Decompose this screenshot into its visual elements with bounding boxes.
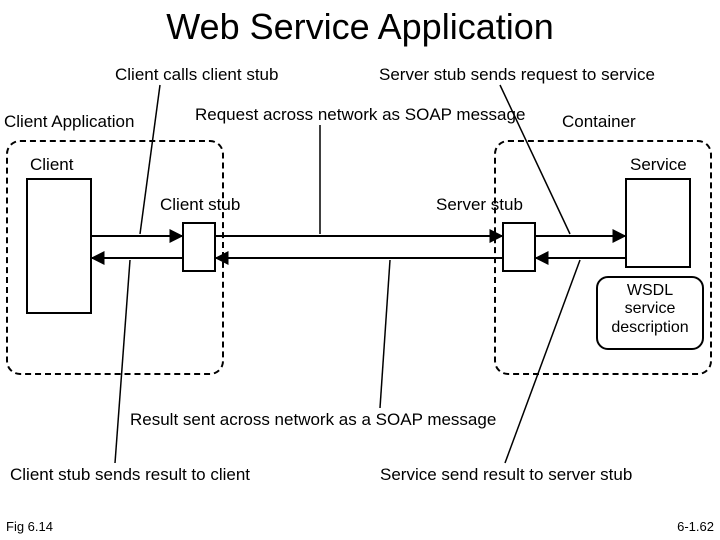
annotation-result-soap: Result sent across network as a SOAP mes…: [130, 410, 496, 430]
server-stub-box: [502, 222, 536, 272]
annotation-client-stub-result: Client stub sends result to client: [10, 465, 250, 485]
label-container: Container: [562, 112, 636, 132]
label-client-stub: Client stub: [160, 195, 240, 215]
wsdl-line2: service: [598, 300, 702, 318]
wsdl-line1: WSDL: [598, 282, 702, 300]
figure-number: Fig 6.14: [6, 519, 53, 534]
label-server-stub: Server stub: [436, 195, 523, 215]
label-client: Client: [30, 155, 73, 175]
annotation-client-calls-stub: Client calls client stub: [115, 65, 278, 85]
page-title: Web Service Application: [0, 6, 720, 48]
label-client-application: Client Application: [4, 112, 134, 132]
annotation-request-soap: Request across network as SOAP message: [195, 105, 525, 125]
service-box: [625, 178, 691, 268]
client-box: [26, 178, 92, 314]
client-stub-box: [182, 222, 216, 272]
annotation-server-stub-sends: Server stub sends request to service: [379, 65, 655, 85]
annotation-service-send-result: Service send result to server stub: [380, 465, 632, 485]
wsdl-description-box: WSDL service description: [596, 276, 704, 350]
label-service: Service: [630, 155, 687, 175]
wsdl-line3: description: [598, 319, 702, 337]
page-number: 6-1.62: [677, 519, 714, 534]
